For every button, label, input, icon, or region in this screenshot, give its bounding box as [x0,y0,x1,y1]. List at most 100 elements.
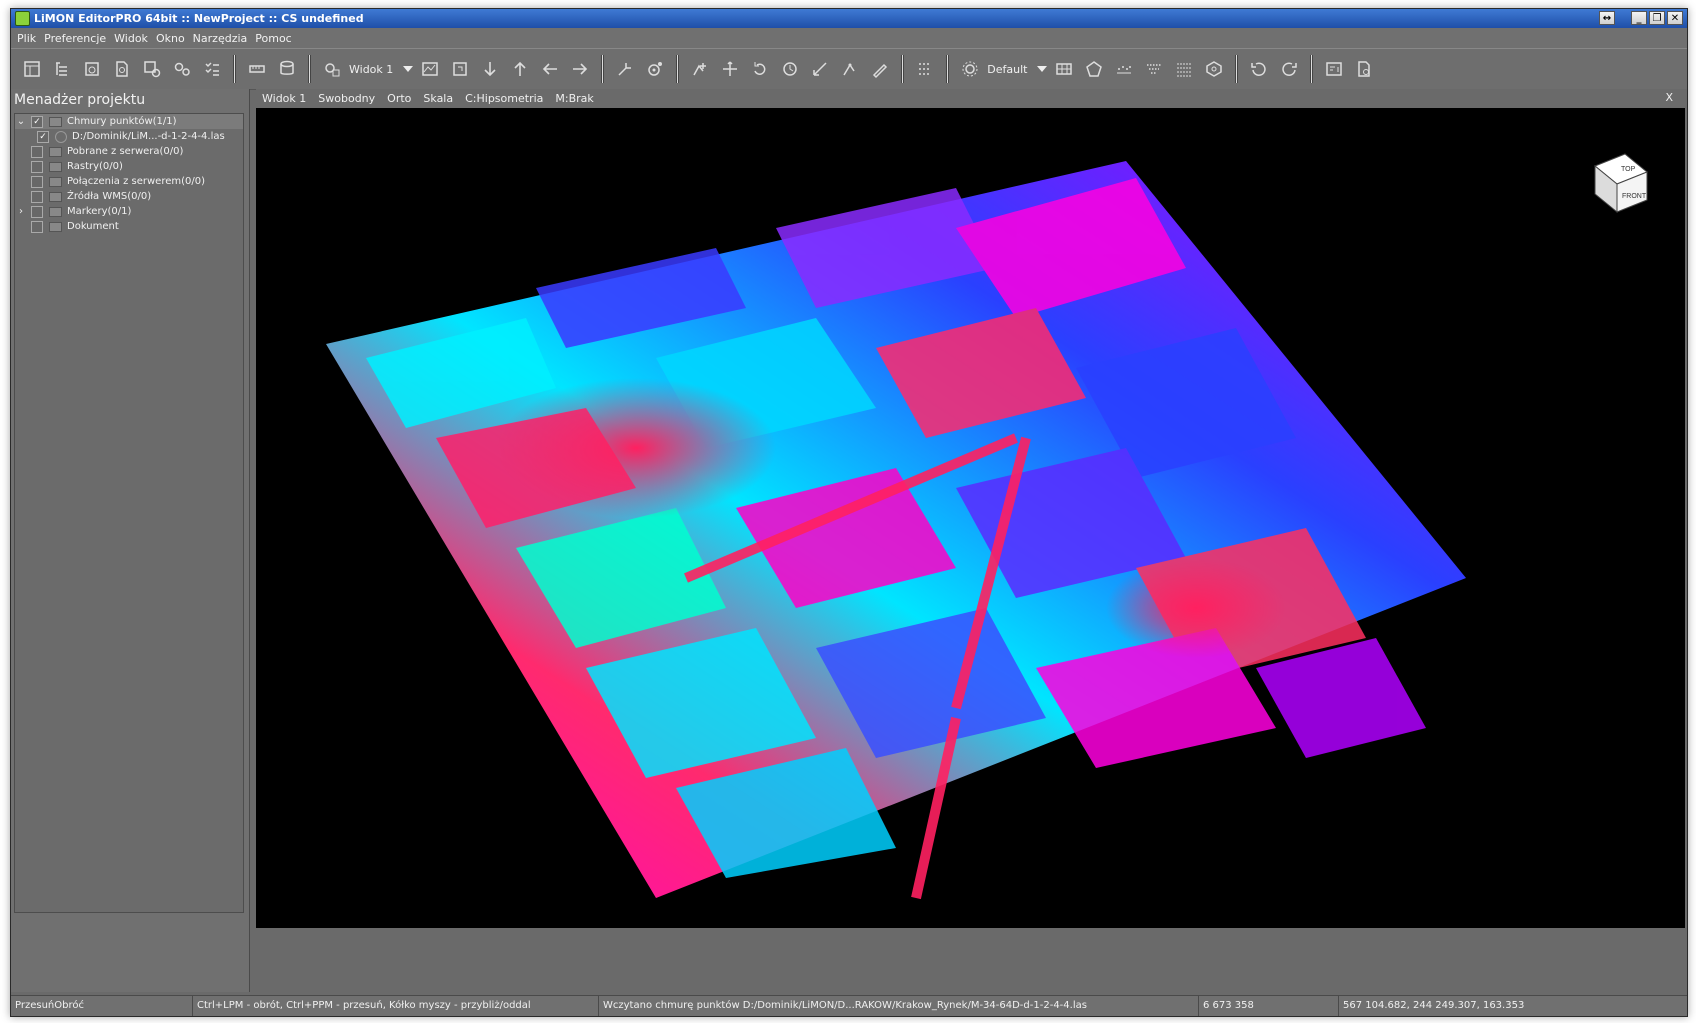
tree-item-las-file[interactable]: ✓ D:/Dominik/LiM...-d-1-2-4-4.las [15,129,243,144]
folder-icon [49,206,62,217]
pick-point-icon[interactable] [610,54,640,84]
tree-item-label: Źródła WMS(0/0) [67,191,152,202]
layer-checkbox[interactable] [31,175,43,188]
layer-checkbox[interactable] [31,220,43,233]
tab-marker-mode[interactable]: M:Brak [549,92,599,105]
tree-item-label: Dokument [67,221,119,232]
tree-item-rasters[interactable]: Rastry(0/0) [15,159,243,174]
rotate-target-icon[interactable] [640,54,670,84]
chevron-down-icon[interactable] [1037,66,1048,72]
report-icon[interactable] [1349,54,1379,84]
style-select-value: Default [987,62,1028,76]
measure-icon[interactable] [242,54,272,84]
redo-icon[interactable] [1274,54,1304,84]
mesh-settings-icon[interactable] [1199,54,1229,84]
add-point-icon[interactable] [685,54,715,84]
expand-icon[interactable]: › [15,206,27,217]
layer-checkbox[interactable] [31,160,43,173]
zoom-extent-icon[interactable] [445,54,475,84]
database-icon[interactable] [272,54,302,84]
layer-checkbox[interactable] [31,205,43,218]
toolbar-separator [901,55,905,83]
tree-item-point-clouds[interactable]: ⌄ ✓ Chmury punktów(1/1) [15,114,243,129]
tree-item-label: Markery(0/1) [67,206,132,217]
open-area [1106,558,1286,658]
grid-icon[interactable] [1049,54,1079,84]
menu-pomoc[interactable]: Pomoc [251,32,295,45]
tree-item-document[interactable]: Dokument [15,219,243,234]
filter-points-icon[interactable] [1139,54,1169,84]
title-bar[interactable]: LiMON EditorPRO 64bit :: NewProject :: C… [11,9,1687,28]
viewcube-top-label: TOP [1621,166,1636,173]
classify-icon[interactable] [910,54,940,84]
status-point-count: 6 673 358 [1199,996,1339,1016]
view-select-value: Widok 1 [349,62,394,76]
grid-settings-icon[interactable] [137,54,167,84]
tab-view-name[interactable]: Widok 1 [256,92,312,105]
tree-item-label: Chmury punktów(1/1) [67,116,177,127]
edit-line-icon[interactable] [865,54,895,84]
resize-toggle-button[interactable]: ↔ [1599,11,1615,25]
toolbar-separator [601,55,605,83]
profile-chart-icon[interactable] [415,54,445,84]
tree-item-label: Rastry(0/0) [67,161,123,172]
main-window: LiMON EditorPRO 64bit :: NewProject :: C… [10,8,1688,1017]
rotate-point-icon[interactable] [745,54,775,84]
tab-scale[interactable]: Skala [417,92,459,105]
close-view-button[interactable]: X [1659,91,1679,104]
arrow-down-icon[interactable] [475,54,505,84]
menu-preferencje[interactable]: Preferencje [40,32,110,45]
export-icon[interactable] [1319,54,1349,84]
layer-checkbox[interactable]: ✓ [31,115,43,128]
app-logo-icon [15,11,30,26]
rotate-object-icon[interactable] [775,54,805,84]
menu-widok[interactable]: Widok [110,32,152,45]
toolbar-separator [1235,55,1239,83]
gears-icon[interactable] [167,54,197,84]
undo-icon[interactable] [1244,54,1274,84]
layout-icon[interactable] [17,54,47,84]
checklist-icon[interactable] [197,54,227,84]
restore-button[interactable]: ❐ [1649,11,1665,25]
edit-node-icon[interactable] [835,54,865,84]
arrow-left-icon[interactable] [535,54,565,84]
menu-bar: Plik Preferencje Widok Okno Narzędzia Po… [11,28,1687,48]
tree-item-wms-sources[interactable]: Źródła WMS(0/0) [15,189,243,204]
section-icon[interactable] [1169,54,1199,84]
document-search-icon[interactable] [107,54,137,84]
menu-narzedzia[interactable]: Narzędzia [189,32,252,45]
tab-free-camera[interactable]: Swobodny [312,92,381,105]
arrow-right-icon[interactable] [565,54,595,84]
folder-icon [49,221,62,232]
move-point-icon[interactable] [715,54,745,84]
chevron-down-icon[interactable] [403,66,414,72]
view-settings-icon[interactable] [317,54,347,84]
scale-icon[interactable] [805,54,835,84]
minimize-button[interactable]: _ [1631,11,1647,25]
viewcube-front-label: FRONT [1622,193,1647,200]
layer-checkbox[interactable] [31,145,43,158]
layer-checkbox[interactable] [31,190,43,203]
polygon-icon[interactable] [1079,54,1109,84]
close-button[interactable]: ✕ [1667,11,1683,25]
menu-plik[interactable]: Plik [13,32,40,45]
tree-item-server-connections[interactable]: Połączenia z serwerem(0/0) [15,174,243,189]
menu-okno[interactable]: Okno [152,32,189,45]
tab-color-mode[interactable]: C:Hipsometria [459,92,549,105]
style-select[interactable]: Default [985,54,1049,84]
points-icon[interactable] [1109,54,1139,84]
style-settings-icon[interactable] [955,54,985,84]
expand-icon[interactable]: ⌄ [15,116,27,127]
3d-viewport[interactable]: TOP FRONT [256,108,1685,928]
toolbar-separator [308,55,311,83]
view-cube[interactable]: TOP FRONT [1585,146,1655,216]
layer-settings-icon[interactable] [77,54,107,84]
layer-checkbox[interactable]: ✓ [37,130,49,143]
tree-list-icon[interactable] [47,54,77,84]
view-select[interactable]: Widok 1 [347,54,415,84]
tree-item-markers[interactable]: › Markery(0/1) [15,204,243,219]
toolbar-separator [1310,55,1314,83]
tab-ortho[interactable]: Orto [381,92,417,105]
tree-item-server-downloads[interactable]: Pobrane z serwera(0/0) [15,144,243,159]
arrow-up-icon[interactable] [505,54,535,84]
